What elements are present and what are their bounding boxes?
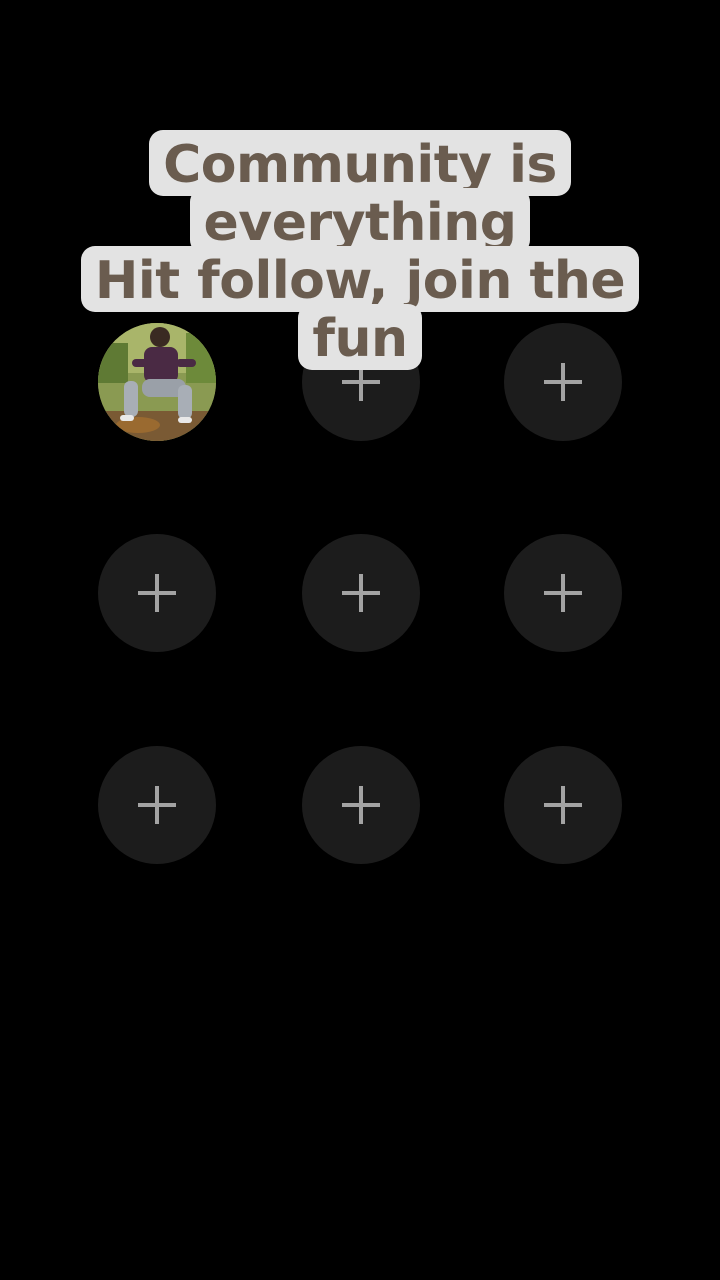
add-follow-button[interactable] <box>504 534 622 652</box>
plus-icon <box>138 786 176 824</box>
add-follow-button[interactable] <box>504 746 622 864</box>
add-follow-button[interactable] <box>98 534 216 652</box>
add-follow-button[interactable] <box>98 746 216 864</box>
plus-icon <box>342 786 380 824</box>
plus-icon <box>544 786 582 824</box>
add-follow-button[interactable] <box>302 746 420 864</box>
plus-icon <box>138 574 176 612</box>
plus-icon <box>342 574 380 612</box>
add-follow-button[interactable] <box>302 534 420 652</box>
caption-line: Community is <box>149 130 571 196</box>
caption-overlay: Community is everything Hit follow, join… <box>0 130 720 370</box>
caption-line: fun <box>298 304 422 370</box>
caption-line: everything <box>189 188 531 254</box>
caption-line: Hit follow, join the <box>80 246 640 312</box>
plus-icon <box>544 574 582 612</box>
